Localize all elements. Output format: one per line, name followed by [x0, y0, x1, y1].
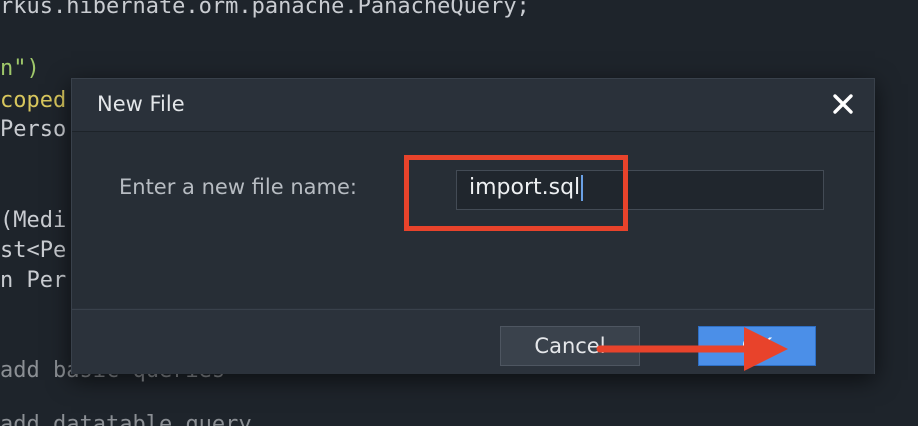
close-button[interactable]	[828, 89, 858, 119]
cancel-button[interactable]: Cancel	[500, 326, 640, 366]
code-line: n Per	[0, 268, 67, 293]
code-line: st<Pe	[0, 238, 67, 263]
code-line: add datatable query	[0, 412, 252, 426]
dialog-header: New File	[72, 79, 874, 132]
close-icon	[833, 94, 853, 114]
new-file-dialog: New File Enter a new file name: import.s…	[71, 78, 875, 374]
code-line: (Medi	[0, 208, 67, 233]
code-line: rkus.hibernate.orm.panache.PanacheQuery;	[0, 0, 530, 19]
code-line: n")	[0, 56, 40, 81]
file-name-label: Enter a new file name:	[119, 175, 357, 199]
code-line: Perso	[0, 117, 67, 142]
code-line: coped	[0, 88, 67, 113]
highlight-box	[404, 155, 628, 231]
dialog-footer: Cancel OK	[72, 309, 874, 374]
dialog-title: New File	[97, 92, 185, 116]
ok-button[interactable]: OK	[698, 326, 816, 366]
